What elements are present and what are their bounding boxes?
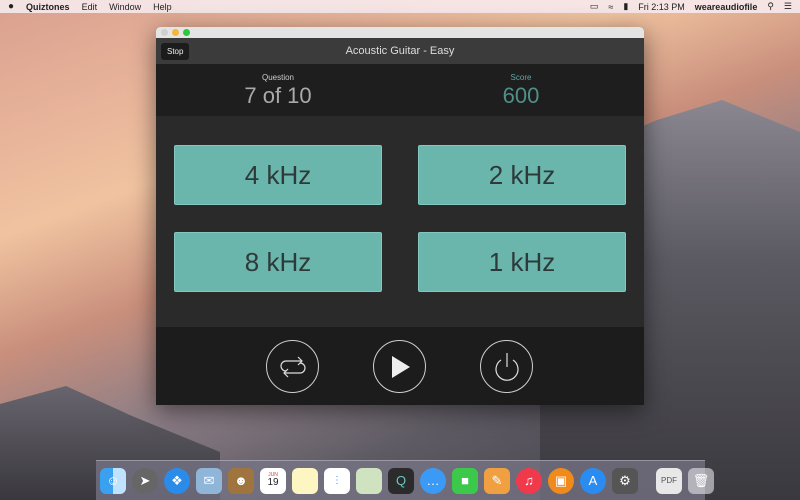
power-icon [494, 352, 519, 381]
play-button[interactable] [373, 340, 426, 393]
answer-button[interactable]: 8 kHz [174, 232, 382, 292]
dock-facetime[interactable]: ■ [452, 467, 478, 494]
menu-edit[interactable]: Edit [82, 2, 98, 12]
menu-window[interactable]: Window [109, 2, 141, 12]
repeat-button[interactable] [266, 340, 319, 393]
dock-app-store[interactable]: A [580, 467, 606, 494]
menu-help[interactable]: Help [153, 2, 172, 12]
dock-pdf-document[interactable]: PDF [656, 467, 682, 494]
toolbar: Stop Acoustic Guitar - Easy [156, 38, 644, 64]
wifi-icon[interactable]: ≈ [608, 2, 613, 12]
title-bar [156, 27, 644, 38]
airplay-icon[interactable]: ▭ [590, 1, 599, 12]
app-window: Stop Acoustic Guitar - Easy Question 7 o… [156, 27, 644, 405]
score-value: 600 [502, 83, 540, 108]
play-icon [391, 355, 410, 378]
dock-messages[interactable]: … [420, 467, 446, 494]
dock: ☺ ➤ ❖ ✉ ☻ JUN 19 ⋮ Q … ■ ✎ ♫ ▣ A ⚙ PDF 🗑 [96, 460, 714, 500]
question-value: 7 of 10 [244, 83, 312, 108]
dock-contacts[interactable]: ☻ [228, 467, 254, 494]
stop-button[interactable]: Stop [161, 43, 190, 60]
dock-mail[interactable]: ✉ [196, 467, 222, 494]
controls-panel [156, 327, 644, 405]
answer-button[interactable]: 2 kHz [418, 145, 626, 205]
dock-pages[interactable]: ✎ [484, 467, 510, 494]
question-stat: Question 7 of 10 [218, 73, 338, 109]
dock-trash[interactable]: 🗑 [688, 467, 714, 494]
power-button[interactable] [480, 340, 533, 393]
dock-system-preferences[interactable]: ⚙ [612, 467, 638, 494]
close-button[interactable] [161, 29, 168, 36]
stats-panel: Question 7 of 10 Score 600 [156, 64, 644, 116]
clock[interactable]: Fri 2:13 PM [638, 2, 685, 12]
dock-ibooks[interactable]: ▣ [548, 467, 574, 494]
minimize-button[interactable] [172, 29, 179, 36]
window-title: Acoustic Guitar - Easy [345, 45, 455, 57]
repeat-icon [279, 356, 306, 377]
question-label: Question [261, 73, 295, 82]
score-stat: Score 600 [461, 73, 581, 109]
dock-notes[interactable] [292, 467, 318, 494]
battery-icon[interactable]: ▮ [623, 1, 628, 12]
dock-quiztones[interactable]: Q [388, 467, 414, 494]
menu-bar: ● Quiztones Edit Window Help ▭ ≈ ▮ Fri 2… [0, 0, 800, 13]
dock-maps[interactable] [356, 467, 382, 494]
apple-menu[interactable]: ● [8, 1, 14, 12]
menu-app[interactable]: Quiztones [26, 2, 70, 12]
dock-launchpad[interactable]: ➤ [132, 467, 158, 494]
score-label: Score [510, 73, 532, 82]
dock-calendar[interactable]: JUN 19 [260, 467, 286, 494]
user-name[interactable]: weareaudiofile [695, 2, 758, 12]
search-icon[interactable]: ⚲ [767, 1, 774, 12]
answer-button[interactable]: 4 kHz [174, 145, 382, 205]
list-icon[interactable]: ☰ [784, 1, 792, 12]
zoom-button[interactable] [183, 29, 190, 36]
answer-button[interactable]: 1 kHz [418, 232, 626, 292]
dock-safari[interactable]: ❖ [164, 467, 190, 494]
answers-panel: 4 kHz 2 kHz 8 kHz 1 kHz [156, 116, 644, 327]
calendar-day: 19 [267, 477, 279, 488]
dock-itunes[interactable]: ♫ [516, 467, 542, 494]
dock-finder[interactable]: ☺ [100, 467, 126, 494]
dock-reminders[interactable]: ⋮ [324, 467, 350, 494]
